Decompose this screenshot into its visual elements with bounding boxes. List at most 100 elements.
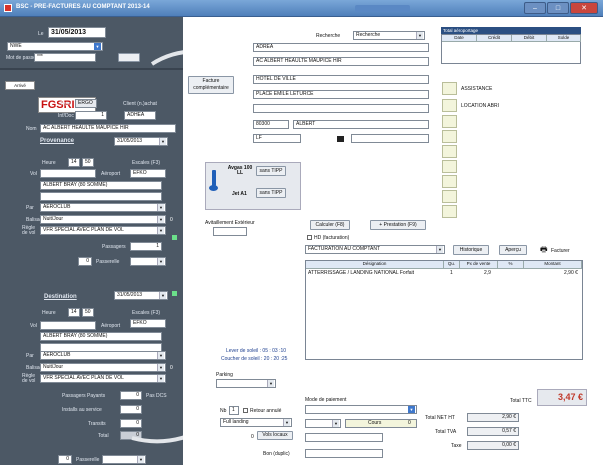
heure-h-field[interactable]: 14 <box>68 158 80 167</box>
printer-icon[interactable]: 🖶 <box>540 246 548 254</box>
country-name-field[interactable] <box>351 134 429 143</box>
balisage-select[interactable]: Nuit/Jour ▼ <box>40 215 166 224</box>
country-field[interactable]: LF <box>253 134 301 143</box>
service-checkbox[interactable] <box>442 145 457 158</box>
chevron-down-icon: ▼ <box>159 292 166 299</box>
service-checkbox[interactable] <box>442 160 457 173</box>
date-field[interactable]: 31/05/2013 <box>48 27 106 38</box>
hd-checkbox[interactable] <box>307 235 312 240</box>
totaux-title: Total aéroportage <box>441 27 581 34</box>
regle-value: VFR SPECIAL AVEC PLAN DE VOL <box>43 227 124 233</box>
retour-checkbox[interactable] <box>243 408 248 413</box>
vols-locaux-button[interactable]: Vols locaux <box>257 431 293 440</box>
aeroport-field[interactable]: EFKO <box>130 169 166 178</box>
devise-select[interactable]: ▼ <box>305 419 341 428</box>
pax-num-field[interactable]: 0 <box>78 257 92 266</box>
landing-select[interactable]: Full landing ▼ <box>220 418 292 427</box>
prov-date-select[interactable]: 31/05/2013 ▼ <box>114 137 168 146</box>
prov-extra-field[interactable] <box>40 192 162 201</box>
client-field[interactable]: ADHEA <box>124 111 156 120</box>
prov-city-field[interactable]: ALBERT BRAY (80 SOMME) <box>40 181 162 190</box>
recherche-select[interactable]: Recherche ▼ <box>353 31 425 40</box>
id-field[interactable]: 1 <box>75 111 107 120</box>
vols-num: 0 <box>251 434 254 440</box>
avgas-tipp-button[interactable]: sans TIPP <box>256 166 286 176</box>
dest-city-field[interactable]: ALBERT BRAY (80 SOMME) <box>40 332 162 341</box>
service-checkbox[interactable] <box>442 130 457 143</box>
address-line-3[interactable]: HOTEL DE VILLE <box>253 75 429 84</box>
bottom-passerelle-select[interactable]: ▼ <box>102 455 146 464</box>
password-field[interactable]: *** <box>34 53 96 62</box>
dvol-field[interactable] <box>40 321 96 330</box>
vol-field[interactable] <box>40 169 96 178</box>
address-line-1[interactable]: ADREA <box>253 43 429 52</box>
flag-icon <box>337 136 344 142</box>
dpar-value: AEROCLUB <box>43 352 71 358</box>
bottom-num-field[interactable]: 0 <box>58 455 72 464</box>
nom-field[interactable]: AC ALBERT HEAULTE MAUPICE HIR <box>40 124 176 133</box>
balisage-num: 0 <box>170 217 173 223</box>
dheure-h-field[interactable]: 14 <box>68 308 80 317</box>
heure-m-field[interactable]: 50 <box>82 158 94 167</box>
service-checkbox-location[interactable] <box>442 99 457 112</box>
field-b-select[interactable]: NWE ▼ <box>7 42 103 51</box>
dpar-select[interactable]: AEROCLUB ▼ <box>40 351 166 360</box>
parking-select[interactable]: ▼ <box>216 379 276 388</box>
facturation-value: FACTURATION AU COMPTANT <box>308 246 381 252</box>
payment-extra-field[interactable] <box>305 433 383 442</box>
regle-select[interactable]: VFR SPECIAL AVEC PLAN DE VOL ▼ <box>40 226 166 235</box>
title-tab-blurred <box>355 5 410 12</box>
cours-field[interactable]: Cours 0 <box>345 419 417 428</box>
table-header: Montant <box>524 261 582 269</box>
nb-field[interactable]: 1 <box>229 406 239 415</box>
row-designation: ATTERRISSAGE / LANDING NATIONAL Forfait <box>308 270 415 276</box>
type-field[interactable]: ERGO <box>75 99 97 108</box>
sunrise-text: Lever de soleil : 05 : 03 :10 <box>226 348 287 354</box>
minimize-button[interactable]: – <box>524 2 546 14</box>
pp-field[interactable]: 0 <box>120 391 142 400</box>
mot-passe-label: Mot de passe <box>6 55 37 61</box>
retour-label: Retour annulé <box>250 408 282 414</box>
address-line-4[interactable]: PLACE EMILE LETURCE <box>253 90 429 99</box>
regle-label: Règle de vol <box>22 225 36 236</box>
service-checkbox[interactable] <box>442 205 457 218</box>
bon-field[interactable] <box>305 449 383 458</box>
password-ok-button[interactable] <box>118 53 140 62</box>
prestation-button[interactable]: + Prestation (F9) <box>370 220 426 230</box>
service-checkbox[interactable] <box>442 190 457 203</box>
city-field[interactable]: ALBERT <box>293 120 429 129</box>
passerelle-select[interactable]: ▼ <box>130 257 166 266</box>
apercu-button[interactable]: Aperçu <box>499 245 527 255</box>
daeroport-field[interactable]: EFKO <box>130 319 166 328</box>
maximize-button[interactable]: □ <box>547 2 569 14</box>
table-row[interactable]: ATTERRISSAGE / LANDING NATIONAL Forfait … <box>306 269 582 277</box>
dregle-select[interactable]: VFR SPECIAL AVEC PLAN DE VOL ▼ <box>40 374 166 383</box>
facture-complementaire-button[interactable]: Facture complémentaire <box>188 76 234 94</box>
dbalisage-select[interactable]: Nuit/Jour ▼ <box>40 363 166 372</box>
dheure-m-field[interactable]: 50 <box>82 308 94 317</box>
service-checkbox[interactable] <box>442 175 457 188</box>
inst-field[interactable]: 0 <box>120 405 142 414</box>
close-button[interactable]: ✕ <box>570 2 598 14</box>
chevron-down-icon: ▼ <box>408 406 415 413</box>
dest-date-select[interactable]: 31/05/2013 ▼ <box>114 291 168 300</box>
chevron-down-icon: ▼ <box>157 352 164 359</box>
facturer-label[interactable]: Facturer <box>551 248 570 254</box>
service-checkbox-assistance[interactable] <box>442 82 457 95</box>
par-select[interactable]: AEROCLUB ▼ <box>40 203 166 212</box>
address-line-5[interactable] <box>253 104 429 113</box>
bon-label: Bon (duplic) <box>263 451 290 457</box>
heure-label: Heure <box>42 160 56 166</box>
facturation-select[interactable]: FACTURATION AU COMPTANT ▼ <box>305 245 445 254</box>
avitaillement-field[interactable] <box>213 227 247 236</box>
postal-code-field[interactable]: 80300 <box>253 120 289 129</box>
totaux-col: Date <box>442 35 477 42</box>
sunset-text: Coucher de soleil : 20 : 20 :25 <box>221 356 288 362</box>
mode-paiement-select[interactable]: ▼ <box>305 405 417 414</box>
address-line-2[interactable]: AC ALBERT HEAULTE MAUPICE HIR <box>253 57 429 66</box>
calculer-button[interactable]: Calculer (F8) <box>310 220 350 230</box>
historique-button[interactable]: Historique <box>453 245 489 255</box>
service-checkbox[interactable] <box>442 115 457 128</box>
jet-tipp-button[interactable]: sans TIPP <box>256 188 286 198</box>
passagers-field[interactable]: 1 <box>130 242 162 251</box>
